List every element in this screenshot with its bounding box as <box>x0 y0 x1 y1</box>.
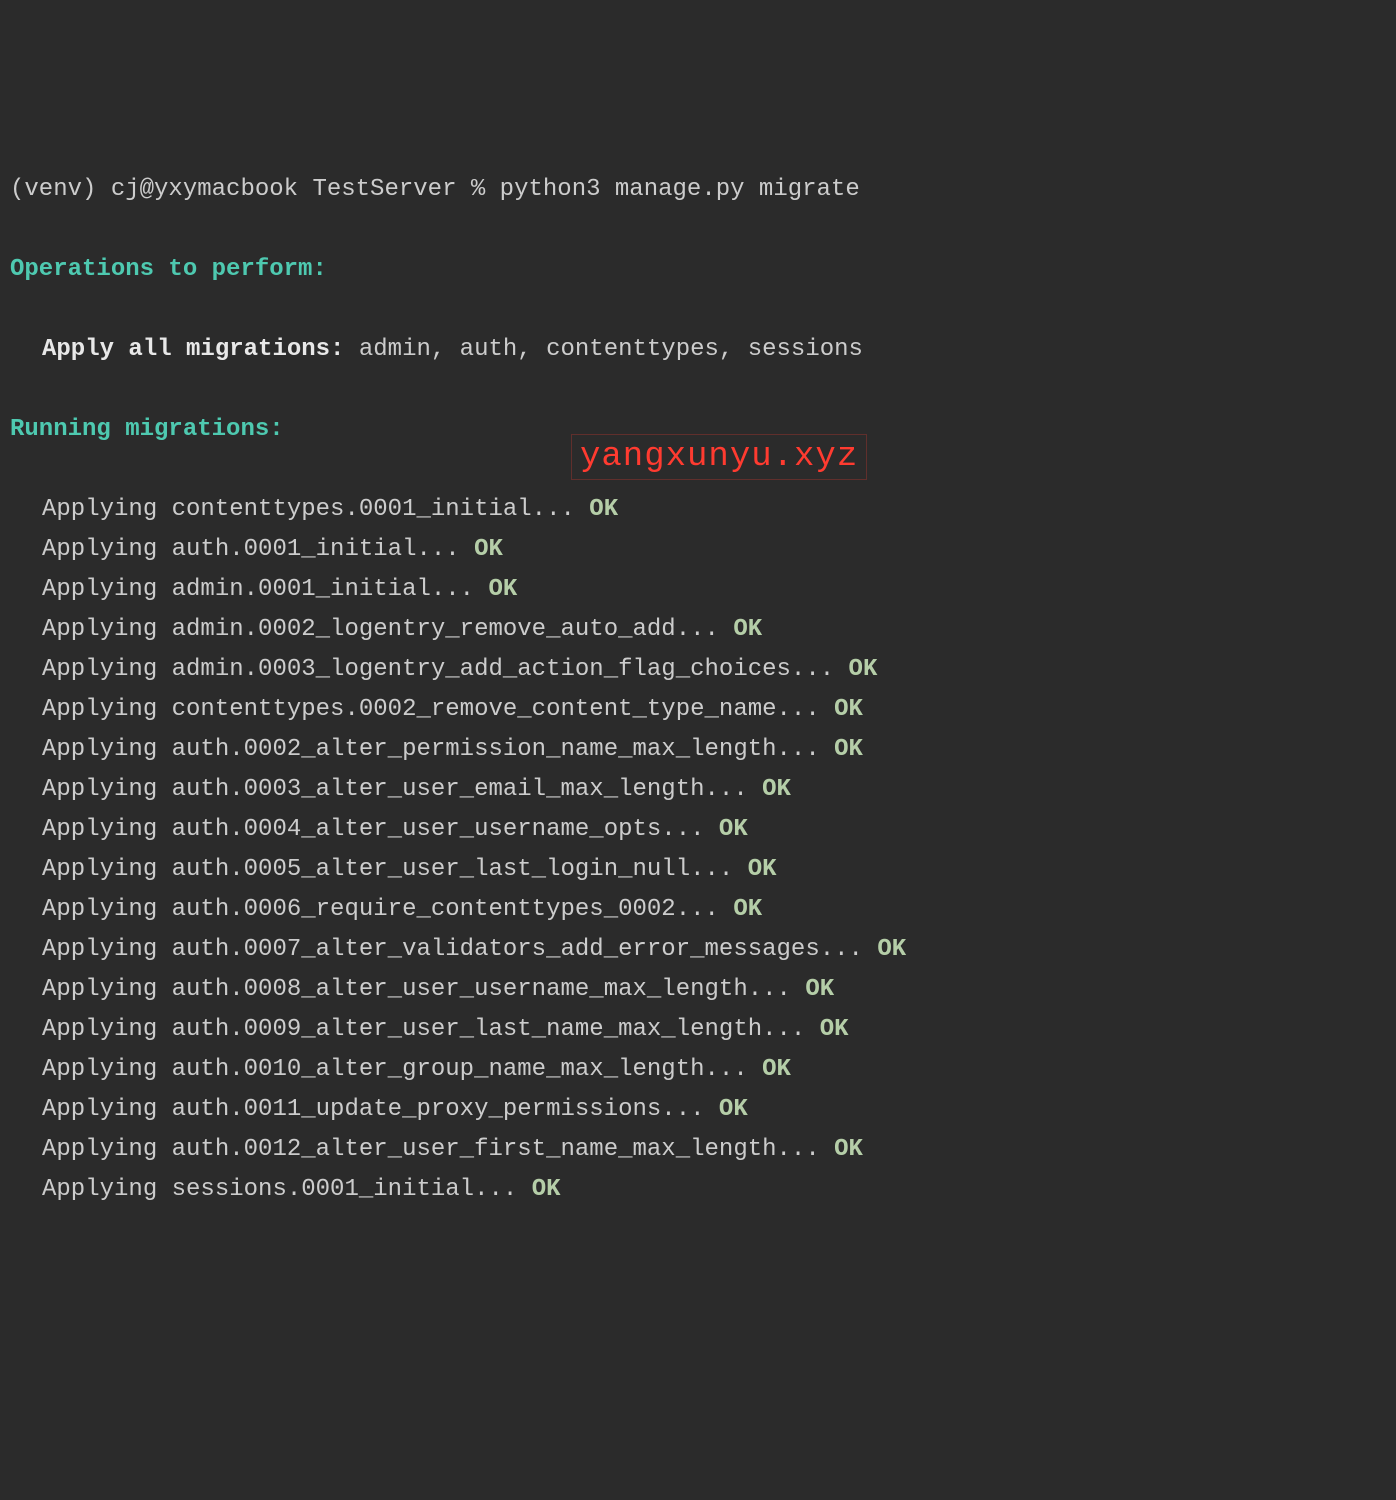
migration-name: sessions.0001_initial... <box>172 1176 532 1203</box>
migration-name: auth.0007_alter_validators_add_error_mes… <box>172 936 878 963</box>
ok-status: OK <box>834 696 863 723</box>
operations-header: Operations to perform: <box>10 256 327 283</box>
ok-status: OK <box>834 736 863 763</box>
migration-name: contenttypes.0002_remove_content_type_na… <box>172 696 835 723</box>
ok-status: OK <box>834 1136 863 1163</box>
applying-prefix: Applying <box>42 1056 172 1083</box>
migration-line: Applying auth.0003_alter_user_email_max_… <box>10 770 1386 810</box>
apply-all-list: admin, auth, contenttypes, sessions <box>344 336 862 363</box>
migration-line: Applying sessions.0001_initial... OK <box>10 1170 1386 1210</box>
migration-line: Applying auth.0012_alter_user_first_name… <box>10 1130 1386 1170</box>
migration-line: Applying admin.0001_initial... OK <box>10 570 1386 610</box>
migration-name: auth.0001_initial... <box>172 536 474 563</box>
migration-name: auth.0002_alter_permission_name_max_leng… <box>172 736 835 763</box>
apply-all-label: Apply all migrations: <box>42 336 344 363</box>
applying-prefix: Applying <box>42 576 172 603</box>
migration-name: admin.0003_logentry_add_action_flag_choi… <box>172 656 849 683</box>
migration-name: auth.0003_alter_user_email_max_length... <box>172 776 763 803</box>
migration-line: Applying auth.0009_alter_user_last_name_… <box>10 1010 1386 1050</box>
migration-line: Applying admin.0003_logentry_add_action_… <box>10 650 1386 690</box>
migration-name: auth.0010_alter_group_name_max_length... <box>172 1056 763 1083</box>
migration-line: Applying auth.0006_require_contenttypes_… <box>10 890 1386 930</box>
migration-line: Applying auth.0001_initial... OK <box>10 530 1386 570</box>
applying-prefix: Applying <box>42 1176 172 1203</box>
migration-line: Applying auth.0010_alter_group_name_max_… <box>10 1050 1386 1090</box>
terminal-prompt: (venv) cj@yxymacbook TestServer % python… <box>10 176 860 203</box>
ok-status: OK <box>589 496 618 523</box>
applying-prefix: Applying <box>42 936 172 963</box>
ok-status: OK <box>733 896 762 923</box>
ok-status: OK <box>849 656 878 683</box>
applying-prefix: Applying <box>42 616 172 643</box>
applying-prefix: Applying <box>42 696 172 723</box>
ok-status: OK <box>532 1176 561 1203</box>
migration-name: admin.0002_logentry_remove_auto_add... <box>172 616 734 643</box>
applying-prefix: Applying <box>42 816 172 843</box>
applying-prefix: Applying <box>42 496 172 523</box>
migration-line: Applying auth.0004_alter_user_username_o… <box>10 810 1386 850</box>
ok-status: OK <box>733 616 762 643</box>
migration-name: auth.0005_alter_user_last_login_null... <box>172 856 748 883</box>
migration-name: auth.0012_alter_user_first_name_max_leng… <box>172 1136 835 1163</box>
applying-prefix: Applying <box>42 1096 172 1123</box>
migration-name: auth.0004_alter_user_username_opts... <box>172 816 719 843</box>
applying-prefix: Applying <box>42 1016 172 1043</box>
ok-status: OK <box>820 1016 849 1043</box>
migration-name: auth.0006_require_contenttypes_0002... <box>172 896 734 923</box>
applying-prefix: Applying <box>42 656 172 683</box>
migration-name: admin.0001_initial... <box>172 576 489 603</box>
migration-name: auth.0011_update_proxy_permissions... <box>172 1096 719 1123</box>
migration-line: Applying auth.0008_alter_user_username_m… <box>10 970 1386 1010</box>
ok-status: OK <box>719 1096 748 1123</box>
migration-line: Applying contenttypes.0001_initial... OK <box>10 490 1386 530</box>
applying-prefix: Applying <box>42 776 172 803</box>
ok-status: OK <box>762 776 791 803</box>
migration-line: Applying auth.0002_alter_permission_name… <box>10 730 1386 770</box>
ok-status: OK <box>805 976 834 1003</box>
migration-line: Applying auth.0011_update_proxy_permissi… <box>10 1090 1386 1130</box>
ok-status: OK <box>762 1056 791 1083</box>
migration-line: Applying auth.0005_alter_user_last_login… <box>10 850 1386 890</box>
applying-prefix: Applying <box>42 1136 172 1163</box>
applying-prefix: Applying <box>42 976 172 1003</box>
migration-line: Applying auth.0007_alter_validators_add_… <box>10 930 1386 970</box>
running-migrations-header: Running migrations: <box>10 416 284 443</box>
migration-name: contenttypes.0001_initial... <box>172 496 590 523</box>
ok-status: OK <box>474 536 503 563</box>
migration-name: auth.0009_alter_user_last_name_max_lengt… <box>172 1016 820 1043</box>
migration-line: Applying admin.0002_logentry_remove_auto… <box>10 610 1386 650</box>
migrations-list: Applying contenttypes.0001_initial... OK… <box>10 490 1386 1210</box>
migration-line: Applying contenttypes.0002_remove_conten… <box>10 690 1386 730</box>
ok-status: OK <box>877 936 906 963</box>
applying-prefix: Applying <box>42 736 172 763</box>
ok-status: OK <box>488 576 517 603</box>
ok-status: OK <box>719 816 748 843</box>
migration-name: auth.0008_alter_user_username_max_length… <box>172 976 806 1003</box>
applying-prefix: Applying <box>42 856 172 883</box>
ok-status: OK <box>748 856 777 883</box>
applying-prefix: Applying <box>42 896 172 923</box>
applying-prefix: Applying <box>42 536 172 563</box>
